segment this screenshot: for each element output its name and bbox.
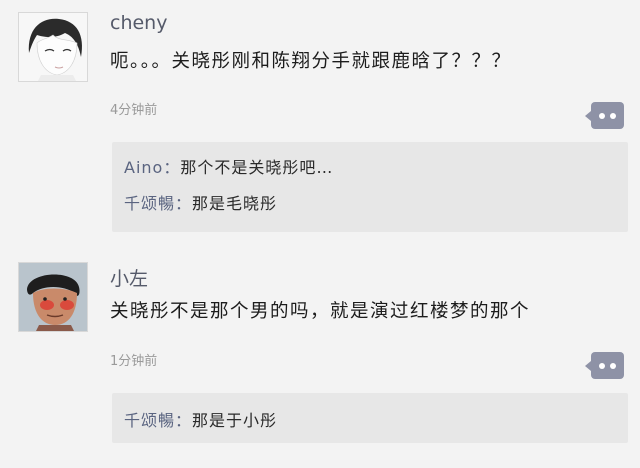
username[interactable]: 小左 <box>110 264 148 291</box>
comment-more-button[interactable] <box>585 102 624 129</box>
avatar[interactable] <box>18 262 88 332</box>
reply-colon: ： <box>175 411 193 430</box>
comment-text: 关晓彤不是那个男的吗，就是演过红楼梦的那个 <box>110 301 531 322</box>
username[interactable]: cheny <box>110 12 167 34</box>
more-dot-icon <box>610 362 616 369</box>
reply-username[interactable]: Aino <box>124 158 163 177</box>
timestamp: 1分钟前 <box>110 354 158 369</box>
avatar[interactable] <box>18 12 88 82</box>
more-dot-icon <box>610 112 616 119</box>
reply-item[interactable]: Aino：那个不是关晓彤吧… <box>124 154 333 178</box>
comment-text: 呃。。。关晓彤刚和陈翔分手就跟鹿晗了？？？ <box>110 51 512 72</box>
reply-colon: ： <box>175 194 193 213</box>
reply-item[interactable]: 千颂暢：那是毛晓彤 <box>124 190 277 214</box>
comment-more-button[interactable] <box>585 352 624 379</box>
cartoon-man-avatar-icon <box>19 263 87 331</box>
more-dot-icon <box>599 112 605 119</box>
more-dot-icon <box>599 362 605 369</box>
timestamp: 4分钟前 <box>110 103 158 118</box>
reply-text: 那是毛晓彤 <box>192 194 278 213</box>
reply-username[interactable]: 千颂暢 <box>124 194 175 213</box>
reply-username[interactable]: 千颂暢 <box>124 411 175 430</box>
reply-text: 那个不是关晓彤吧… <box>180 158 334 177</box>
reply-item[interactable]: 千颂暢：那是于小彤 <box>124 407 277 431</box>
reply-box: Aino：那个不是关晓彤吧… 千颂暢：那是毛晓彤 <box>112 142 628 232</box>
reply-text: 那是于小彤 <box>192 411 278 430</box>
reply-colon: ： <box>163 158 181 177</box>
cartoon-boy-avatar-icon <box>19 13 87 81</box>
reply-box: 千颂暢：那是于小彤 <box>112 393 628 443</box>
